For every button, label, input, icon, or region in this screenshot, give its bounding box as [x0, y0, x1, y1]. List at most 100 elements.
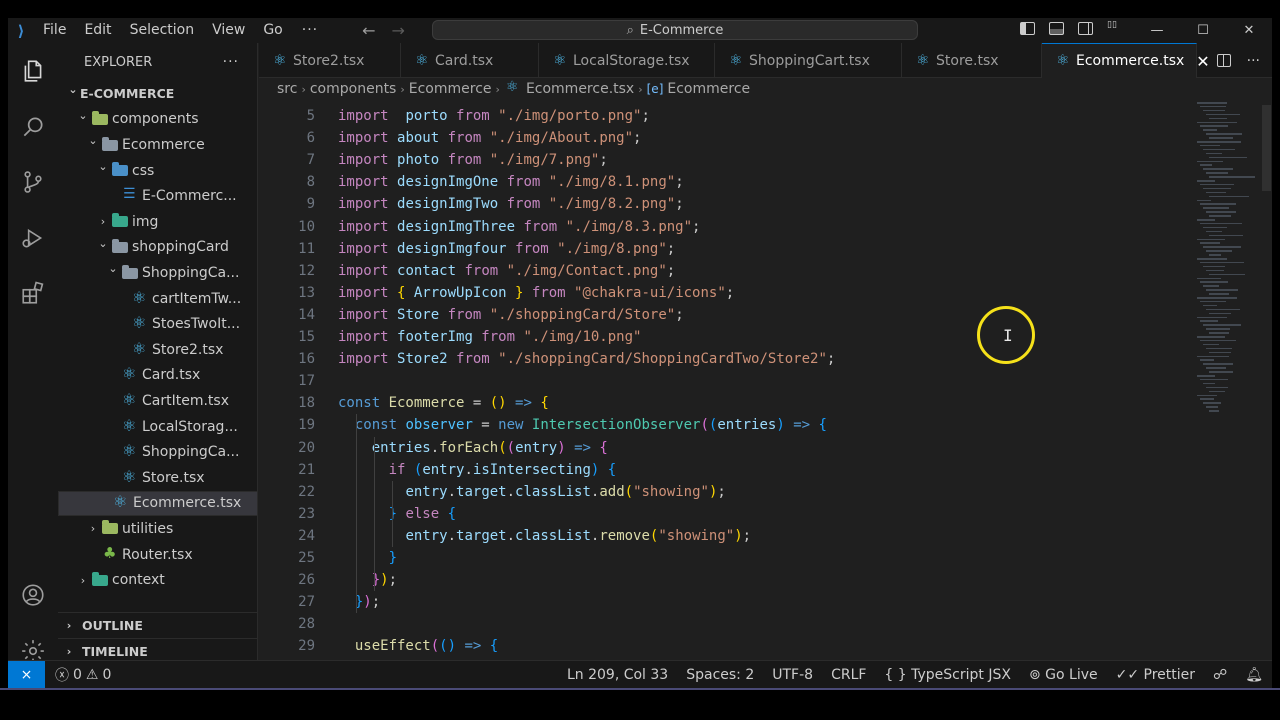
react-icon	[122, 364, 138, 383]
broadcast-icon: ⊚	[1028, 667, 1041, 683]
outline-section[interactable]: › OUTLINE	[58, 612, 258, 638]
prettier-button[interactable]: ✓✓ Prettier	[1107, 667, 1204, 683]
react-icon	[132, 313, 148, 332]
feedback-icon[interactable]: ☍	[1204, 667, 1236, 683]
breadcrumb-item[interactable]: Ecommerce	[409, 81, 492, 97]
problems-indicator[interactable]: ⓧ 0 ⚠ 0	[55, 665, 111, 685]
minimap[interactable]	[1193, 100, 1255, 420]
editor-more-button[interactable]: ···	[1247, 53, 1260, 69]
minimap-line	[1197, 316, 1227, 319]
end-of-line[interactable]: CRLF	[822, 667, 875, 683]
menu-more-button[interactable]: ···	[292, 18, 328, 43]
go-live-button[interactable]: ⊚ Go Live	[1020, 667, 1107, 683]
language-mode[interactable]: { } TypeScript JSX	[875, 667, 1020, 683]
breadcrumb-item[interactable]: components	[310, 81, 397, 97]
cursor-position[interactable]: Ln 209, Col 33	[558, 667, 677, 683]
toggle-primary-sidebar-icon[interactable]	[1020, 22, 1035, 35]
editor-scrollbar[interactable]	[1262, 105, 1271, 191]
customize-layout-icon[interactable]	[1107, 20, 1122, 35]
editor-tab[interactable]: Card.tsx	[401, 43, 539, 78]
toggle-panel-icon[interactable]	[1049, 22, 1064, 35]
toggle-secondary-sidebar-icon[interactable]	[1078, 22, 1093, 35]
line-number: 13	[298, 284, 315, 301]
tree-folder[interactable]: › context	[58, 567, 258, 593]
minimize-button[interactable]: —	[1134, 18, 1180, 43]
remote-indicator-icon[interactable]: ⨯	[8, 660, 45, 688]
tree-file[interactable]: StoesTwoIt...	[58, 311, 258, 337]
minimap-line	[1200, 378, 1228, 381]
menu-edit[interactable]: Edit	[75, 18, 120, 43]
breadcrumb-item[interactable]: Ecommerce.tsx	[526, 81, 634, 97]
minimap-line	[1209, 156, 1247, 159]
tree-file[interactable]: Store2.tsx	[58, 337, 258, 363]
minimap-line	[1209, 215, 1231, 217]
close-window-button[interactable]: ✕	[1226, 18, 1272, 43]
braces-icon: { }	[884, 667, 907, 683]
editor-tab[interactable]: ShoppingCart.tsx	[715, 43, 902, 78]
command-center-search[interactable]: ⌕ E-Commerce	[432, 20, 918, 40]
tree-folder[interactable]: ⌄ css	[58, 158, 258, 184]
forward-arrow-icon[interactable]: →	[392, 21, 405, 40]
code-line: 5 import porto from "./img/porto.png";	[259, 105, 1189, 127]
warning-count: 0	[102, 666, 112, 683]
tree-folder[interactable]: › img	[58, 209, 258, 235]
line-number: 14	[298, 306, 315, 323]
tree-file[interactable]: Card.tsx	[58, 363, 258, 389]
workspace-root[interactable]: ⌄ E-COMMERCE	[58, 81, 258, 107]
editor-tab[interactable]: Ecommerce.tsx ✕	[1042, 43, 1210, 78]
line-number: 8	[306, 174, 315, 191]
split-editor-icon[interactable]	[1216, 54, 1231, 67]
tree-file[interactable]: Store.tsx	[58, 465, 258, 491]
maximize-button[interactable]: ☐	[1180, 18, 1226, 43]
minimap-line	[1209, 195, 1249, 198]
minimap-line	[1206, 269, 1224, 272]
tree-folder[interactable]: › utilities	[58, 516, 258, 542]
tree-file[interactable]: CartItem.tsx	[58, 388, 258, 414]
source-control-icon[interactable]	[8, 160, 58, 204]
minimap-line	[1209, 371, 1233, 373]
menu-selection[interactable]: Selection	[121, 18, 204, 43]
chevron-down-icon: ⌄	[98, 160, 108, 174]
menu-view[interactable]: View	[203, 18, 254, 43]
breadcrumb-item[interactable]: Ecommerce	[667, 81, 750, 97]
menu-go[interactable]: Go	[254, 18, 291, 43]
editor-tab[interactable]: Store2.tsx	[259, 43, 401, 78]
tree-folder[interactable]: ⌄ ShoppingCa...	[58, 260, 258, 286]
tree-file[interactable]: cartItemTw...	[58, 286, 258, 312]
extensions-icon[interactable]	[8, 271, 58, 315]
account-icon[interactable]	[8, 573, 58, 617]
code-editor[interactable]: 5 import porto from "./img/porto.png"; 6 im…	[259, 100, 1189, 660]
run-debug-icon[interactable]	[8, 216, 58, 260]
editor-tab[interactable]: LocalStorage.tsx	[539, 43, 715, 78]
files-icon[interactable]	[8, 49, 58, 93]
code-line: 20 entries.forEach((entry) => {	[259, 437, 1189, 459]
back-arrow-icon[interactable]: ←	[362, 21, 375, 40]
tree-file[interactable]: LocalStorag...	[58, 414, 258, 440]
minimap-line	[1197, 160, 1223, 163]
code-line: 29 useEffect(() => {	[259, 635, 1189, 657]
code-text: import photo from "./img/7.png";	[338, 152, 608, 169]
encoding[interactable]: UTF-8	[763, 667, 822, 683]
code-line: 16 import Store2 from "./shoppingCard/Sho…	[259, 348, 1189, 370]
close-tab-icon[interactable]: ✕	[1196, 52, 1209, 71]
line-number: 7	[306, 152, 315, 169]
menu-file[interactable]: File	[34, 18, 75, 43]
tree-file[interactable]: Router.tsx	[58, 542, 258, 568]
code-line: 23 } else {	[259, 503, 1189, 525]
minimap-line	[1209, 234, 1243, 237]
indentation[interactable]: Spaces: 2	[677, 667, 763, 683]
tree-file[interactable]: Ecommerce.tsx	[58, 490, 258, 517]
code-line: 10 import designImgThree from "./img/8.3.…	[259, 216, 1189, 238]
search-icon[interactable]	[8, 105, 58, 149]
explorer-more-button[interactable]: ···	[223, 54, 239, 70]
notifications-bell-icon[interactable]: 🔔︎	[1236, 667, 1272, 683]
tree-folder[interactable]: ⌄ components	[58, 107, 258, 133]
tree-folder[interactable]: ⌄ shoppingCard	[58, 235, 258, 261]
code-line: 21 if (entry.isIntersecting) {	[259, 459, 1189, 481]
tab-label: Card.tsx	[435, 52, 494, 69]
tree-file[interactable]: E-Commerc...	[58, 183, 258, 209]
tree-folder[interactable]: ⌄ Ecommerce	[58, 132, 258, 158]
editor-tab[interactable]: Store.tsx	[902, 43, 1042, 78]
breadcrumb-item[interactable]: src	[277, 81, 297, 97]
tree-file[interactable]: ShoppingCa...	[58, 439, 258, 465]
